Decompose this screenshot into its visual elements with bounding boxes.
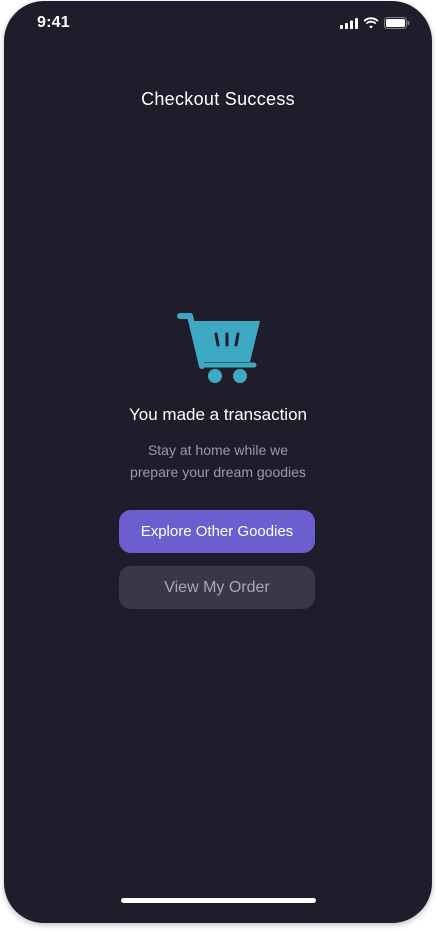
home-indicator[interactable] (121, 898, 316, 903)
cellular-signal-icon (340, 16, 358, 34)
explore-other-goodies-button[interactable]: Explore Other Goodies (119, 510, 315, 553)
transaction-subtext: Stay at home while we prepare your dream… (4, 439, 432, 483)
status-time: 9:41 (37, 14, 70, 31)
shopping-cart-icon (176, 312, 262, 384)
view-my-order-button[interactable]: View My Order (119, 566, 315, 609)
status-bar: 9:41 (4, 1, 432, 45)
subtext-line-1: Stay at home while we (147, 442, 289, 458)
battery-icon (384, 16, 410, 34)
status-icons (340, 16, 410, 34)
subtext-line-2: prepare your dream goodies (130, 464, 306, 480)
transaction-headline: You made a transaction (129, 405, 307, 424)
phone-screen: 9:41 Checkout Success You made a transac… (4, 1, 432, 923)
wifi-icon (363, 16, 379, 34)
page-title: Checkout Success (141, 89, 295, 109)
